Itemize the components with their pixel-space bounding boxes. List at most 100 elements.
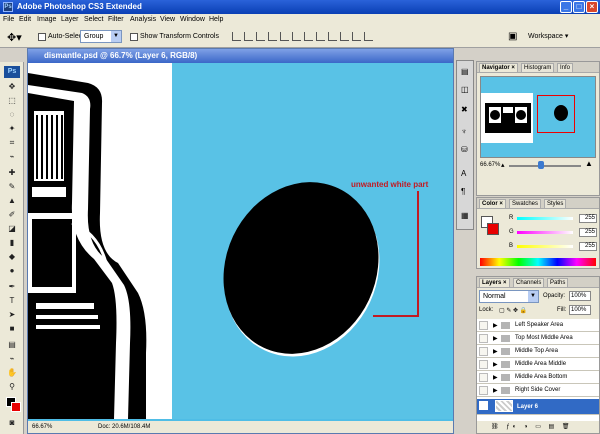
channel-value-input[interactable]: 255 (579, 228, 597, 237)
blend-mode-dropdown[interactable]: Normal ▼ (479, 290, 539, 303)
clone-stamp-tool-icon[interactable]: ▲ (7, 196, 17, 206)
eyedropper-tool-icon[interactable]: ⌁ (7, 152, 17, 162)
layer-row[interactable]: ▶ Middle Area Bottom (477, 371, 599, 384)
zoom-tool-icon[interactable]: ⚲ (7, 382, 17, 392)
paragraph-icon[interactable]: ¶ (461, 187, 465, 196)
visibility-toggle[interactable] (479, 321, 488, 330)
black-ellipse-shape[interactable] (195, 156, 407, 380)
distribute-hcenter-icon[interactable] (352, 32, 361, 41)
layer-row[interactable]: ▶ Top Most Middle Area (477, 332, 599, 345)
zoom-out-icon[interactable]: ▴ (501, 161, 505, 169)
canvas[interactable]: unwanted white part (28, 63, 453, 419)
gradient-tool-icon[interactable]: ▮ (7, 238, 17, 248)
distribute-left-icon[interactable] (340, 32, 349, 41)
history-brush-tool-icon[interactable]: ✐ (7, 210, 17, 220)
zoom-level[interactable]: 66.67% (32, 424, 52, 430)
type-tool-icon[interactable]: T (7, 296, 17, 306)
tab-swatches[interactable]: Swatches (509, 199, 542, 209)
tab-channels[interactable]: Channels (513, 278, 545, 288)
clone-source-icon[interactable]: ♆ (461, 127, 467, 136)
distribute-bottom-icon[interactable] (328, 32, 337, 41)
expand-arrow-icon[interactable]: ▶ (493, 387, 498, 394)
align-distribute-icons[interactable] (232, 32, 476, 42)
layer-row[interactable]: ▶ Right Side Cover (477, 384, 599, 397)
hand-tool-icon[interactable]: ✋ (7, 368, 17, 378)
layer-row[interactable]: ▶ Left Speaker Area (477, 319, 599, 332)
layer-row[interactable]: ▶ Middle Top Area (477, 345, 599, 358)
move-tool-icon[interactable]: ✥▾ (7, 31, 22, 44)
align-bottom-icon[interactable] (256, 32, 265, 41)
fill-input[interactable]: 100% (569, 305, 591, 315)
align-top-icon[interactable] (232, 32, 241, 41)
distribute-right-icon[interactable] (364, 32, 373, 41)
menu-help[interactable]: Help (209, 16, 223, 23)
expand-arrow-icon[interactable]: ▶ (493, 335, 498, 342)
menu-file[interactable]: File (3, 16, 14, 23)
opacity-input[interactable]: 100% (569, 291, 591, 301)
tab-layers[interactable]: Layers × (479, 278, 510, 288)
expand-arrow-icon[interactable]: ▶ (493, 348, 498, 355)
menu-analysis[interactable]: Analysis (130, 16, 156, 23)
eye-icon[interactable] (479, 401, 488, 410)
navigator-zoom-knob[interactable] (538, 161, 545, 169)
menu-layer[interactable]: Layer (61, 16, 79, 23)
navigator-zoom[interactable]: 66.67% (480, 162, 500, 168)
background-color-swatch[interactable] (11, 402, 21, 412)
quick-mask-icon[interactable]: ◙ (7, 418, 17, 428)
align-hcenter-icon[interactable] (280, 32, 289, 41)
channel-slider[interactable] (517, 217, 573, 220)
zoom-in-icon[interactable]: ▲ (585, 159, 593, 168)
tab-navigator[interactable]: Navigator × (479, 63, 518, 73)
history-icon[interactable]: ⛁ (461, 145, 468, 154)
actions-icon[interactable]: ▦ (461, 211, 469, 220)
visibility-toggle[interactable] (479, 347, 488, 356)
move-tool-icon[interactable]: ✥ (7, 82, 17, 92)
layers-footer-icons[interactable]: ⛓ ƒ◐ ◑ ▭ ▤ 🗑 (477, 423, 599, 433)
visibility-toggle[interactable] (479, 334, 488, 343)
brushes-icon[interactable]: ▤ (461, 67, 469, 76)
character-icon[interactable]: A (461, 169, 466, 178)
eyedropper-tool-icon[interactable]: ⌁ (7, 354, 17, 364)
align-vcenter-icon[interactable] (244, 32, 253, 41)
tab-styles[interactable]: Styles (544, 199, 567, 209)
channel-slider[interactable] (517, 245, 573, 248)
pen-tool-icon[interactable]: ✒ (7, 282, 17, 292)
auto-select-checkbox[interactable] (38, 33, 46, 41)
eraser-tool-icon[interactable]: ◪ (7, 224, 17, 234)
menu-edit[interactable]: Edit (19, 16, 31, 23)
lasso-tool-icon[interactable]: ◌ (7, 110, 17, 120)
tab-info[interactable]: Info (557, 63, 574, 73)
tab-histogram[interactable]: Histogram (521, 63, 555, 73)
minimize-button[interactable]: _ (560, 1, 572, 13)
menu-image[interactable]: Image (37, 16, 56, 23)
color-bg-swatch[interactable] (487, 223, 499, 235)
menu-view[interactable]: View (160, 16, 175, 23)
visibility-toggle[interactable] (479, 360, 488, 369)
layer-row[interactable]: ▶ Middle Area Middle (477, 358, 599, 371)
layer-row-selected[interactable]: Layer 6 (477, 399, 599, 415)
workspace-button[interactable]: Workspace ▾ (528, 32, 568, 40)
tab-paths[interactable]: Paths (547, 278, 569, 288)
distribute-vcenter-icon[interactable] (316, 32, 325, 41)
brush-tool-icon[interactable]: ✎ (7, 182, 17, 192)
color-ramp[interactable] (480, 258, 596, 266)
expand-arrow-icon[interactable]: ▶ (493, 361, 498, 368)
menu-select[interactable]: Select (84, 16, 103, 23)
shape-tool-icon[interactable]: ■ (7, 324, 17, 334)
menu-filter[interactable]: Filter (108, 16, 124, 23)
navigator-zoom-slider[interactable] (509, 165, 581, 167)
navigator-preview[interactable] (480, 76, 596, 158)
dodge-tool-icon[interactable]: ● (7, 266, 17, 276)
lock-icons[interactable]: ▢ ✎ ✥ 🔒 (499, 307, 527, 314)
menu-window[interactable]: Window (180, 16, 205, 23)
marquee-tool-icon[interactable]: ⬚ (7, 96, 17, 106)
expand-arrow-icon[interactable]: ▶ (493, 322, 498, 329)
magic-wand-tool-icon[interactable]: ✦ (7, 124, 17, 134)
blur-tool-icon[interactable]: ◆ (7, 252, 17, 262)
channel-slider[interactable] (517, 231, 573, 234)
notes-tool-icon[interactable]: ▤ (7, 340, 17, 350)
visibility-toggle[interactable] (479, 386, 488, 395)
crop-tool-icon[interactable]: ⌗ (7, 138, 17, 148)
maximize-button[interactable]: □ (573, 1, 585, 13)
visibility-toggle[interactable] (479, 373, 488, 382)
